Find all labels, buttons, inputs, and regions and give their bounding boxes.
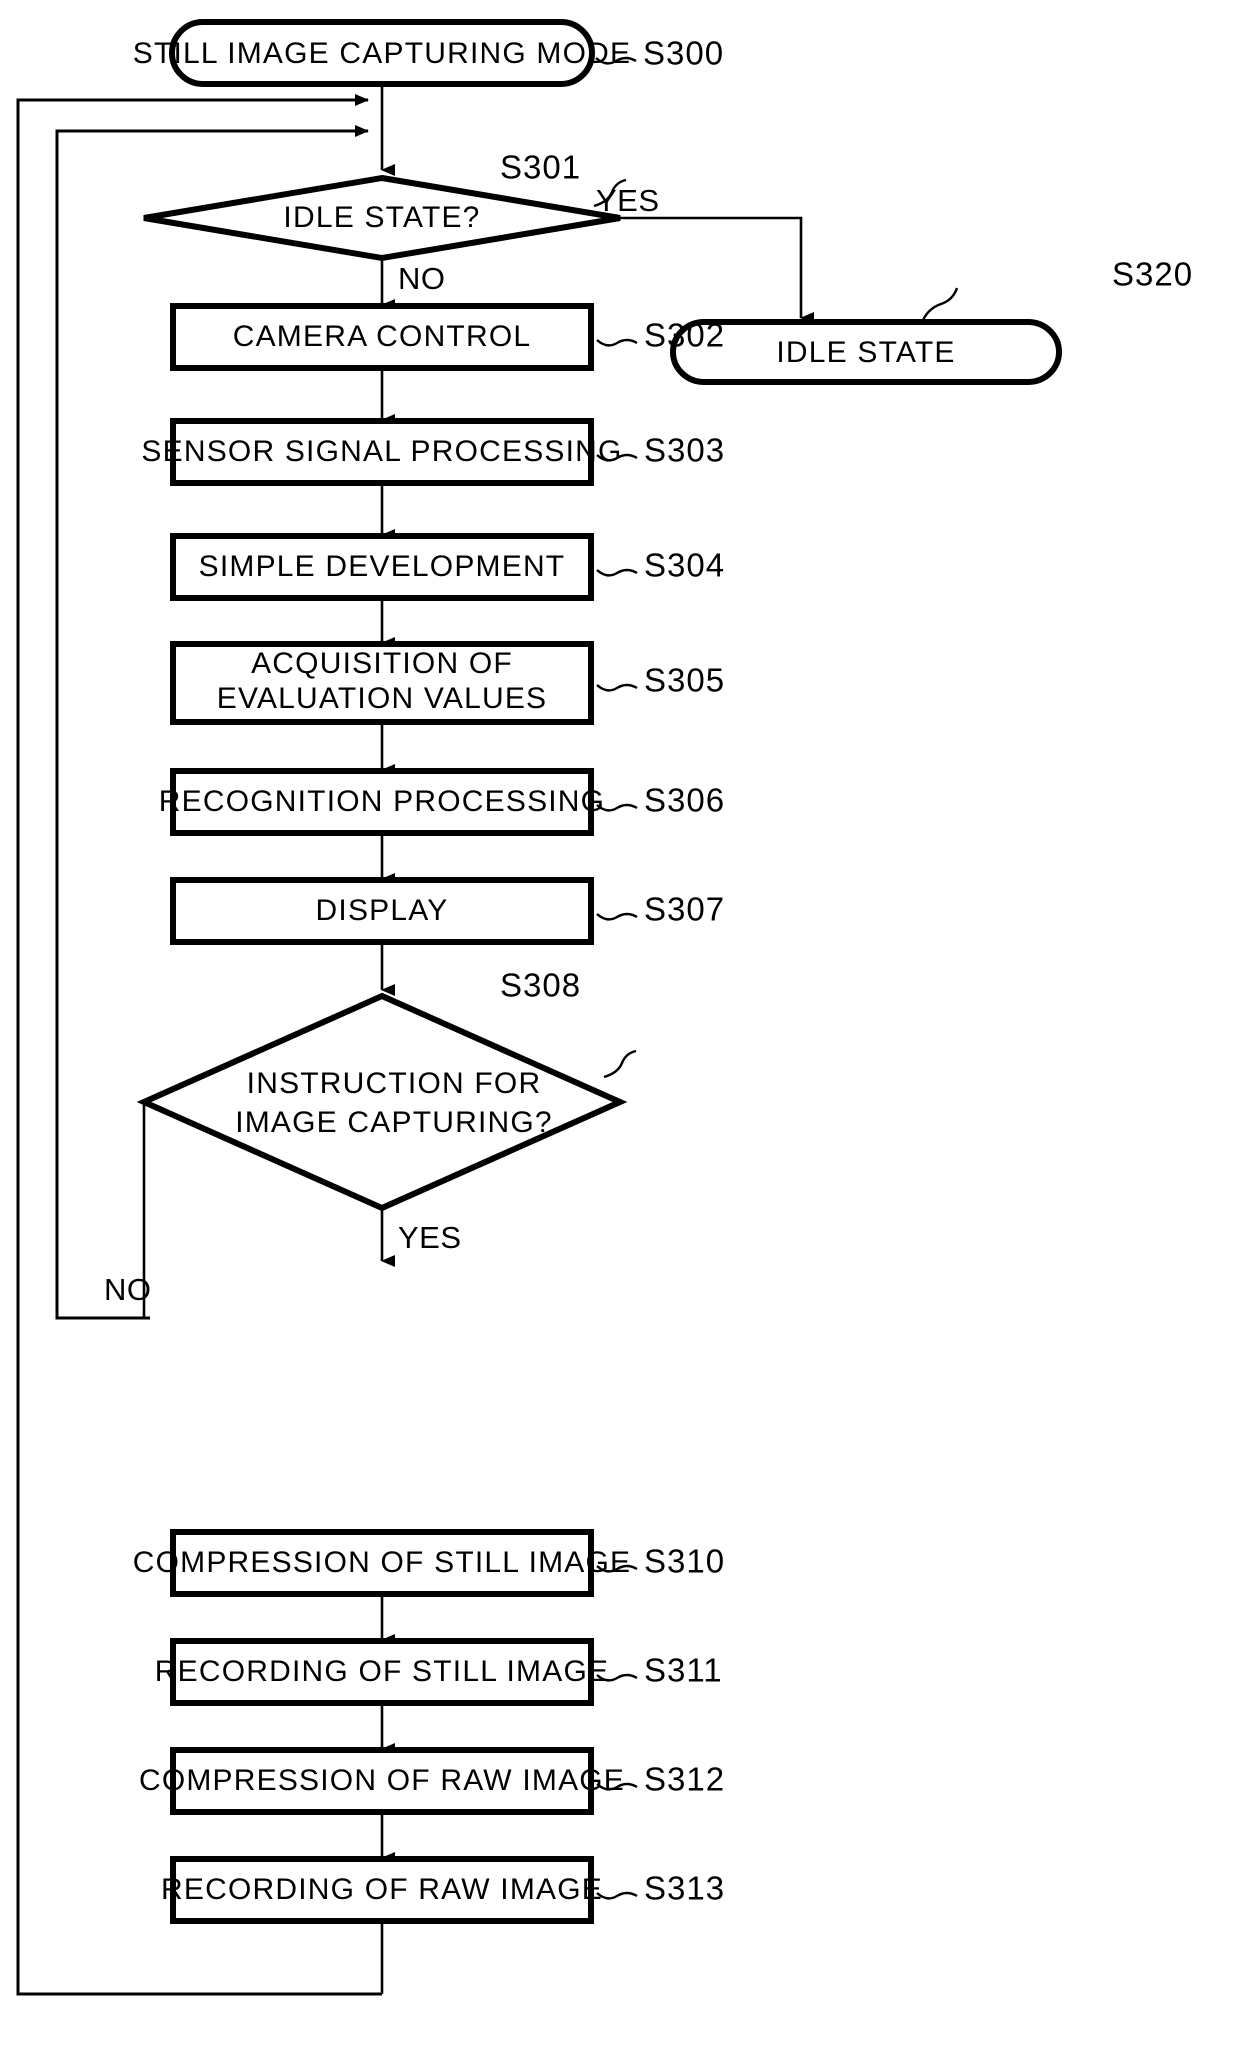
step-ref-s307: S307	[644, 891, 725, 928]
step-ref-s303: S303	[644, 432, 725, 469]
step-ref-s302-group: S302	[596, 317, 725, 354]
process-s305-label-line1: ACQUISITION OF	[251, 647, 513, 680]
process-s306-label: RECOGNITION PROCESSING	[159, 785, 605, 818]
step-ref-s320: S320	[1112, 256, 1193, 293]
terminal-s300: STILL IMAGE CAPTURING MODE	[133, 19, 632, 87]
edge-s301-yes-to-s320	[620, 216, 814, 324]
process-s305-label-line2: EVALUATION VALUES	[217, 682, 548, 715]
step-ref-s313-group: S313	[596, 1870, 725, 1907]
step-ref-s300: S300	[643, 35, 724, 72]
decision-s301-label: IDLE STATE?	[283, 201, 480, 234]
process-s312-label: COMPRESSION OF RAW IMAGE	[139, 1764, 625, 1797]
process-s313-label: RECORDING OF RAW IMAGE	[161, 1873, 603, 1906]
figure-root: STILL IMAGE CAPTURING MODE S300 IDLE STA…	[0, 0, 1240, 2063]
decision-s308-label-line2: IMAGE CAPTURING?	[235, 1106, 553, 1139]
step-ref-s306: S306	[644, 782, 725, 819]
flowchart-canvas: STILL IMAGE CAPTURING MODE S300 IDLE STA…	[16, 19, 1193, 1996]
process-s311-label: RECORDING OF STILL IMAGE	[155, 1655, 609, 1688]
step-ref-s304-group: S304	[596, 547, 725, 584]
process-s302: CAMERA CONTROL	[170, 303, 594, 371]
process-s307: DISPLAY	[170, 877, 594, 945]
decision-s301: IDLE STATE?	[143, 174, 621, 262]
step-ref-s313: S313	[644, 1870, 725, 1907]
process-s305: ACQUISITION OF EVALUATION VALUES	[170, 641, 594, 725]
step-ref-s310: S310	[644, 1543, 725, 1580]
terminal-s300-label: STILL IMAGE CAPTURING MODE	[133, 37, 632, 70]
branch-label-s308-yes: YES	[398, 1220, 462, 1255]
step-ref-s301: S301	[500, 149, 581, 186]
step-ref-s308: S308	[500, 967, 581, 1004]
process-s310-label: COMPRESSION OF STILL IMAGE	[133, 1546, 632, 1579]
process-s311: RECORDING OF STILL IMAGE	[155, 1638, 609, 1706]
process-s304-label: SIMPLE DEVELOPMENT	[199, 550, 566, 583]
step-ref-s311: S311	[644, 1652, 723, 1689]
step-ref-s306-group: S306	[596, 782, 725, 819]
branch-label-s301-yes: YES	[596, 183, 660, 218]
process-s306: RECOGNITION PROCESSING	[159, 768, 605, 836]
process-s312: COMPRESSION OF RAW IMAGE	[139, 1747, 625, 1815]
process-s303: SENSOR SIGNAL PROCESSING	[141, 418, 622, 486]
step-ref-s305: S305	[644, 662, 725, 699]
step-ref-s311-group: S311	[596, 1652, 723, 1689]
process-s304: SIMPLE DEVELOPMENT	[170, 533, 594, 601]
step-ref-s312: S312	[644, 1761, 725, 1798]
process-s307-label: DISPLAY	[316, 894, 449, 927]
step-ref-s302: S302	[644, 317, 725, 354]
terminal-s320: IDLE STATE	[670, 319, 1062, 385]
terminal-s320-label: IDLE STATE	[776, 336, 955, 369]
decision-s308-label-line1: INSTRUCTION FOR	[247, 1067, 542, 1100]
step-ref-s304: S304	[644, 547, 725, 584]
branch-label-s301-no: NO	[398, 261, 446, 296]
process-s303-label: SENSOR SIGNAL PROCESSING	[141, 435, 622, 468]
process-s310: COMPRESSION OF STILL IMAGE	[133, 1529, 632, 1597]
step-ref-s307-group: S307	[596, 891, 725, 928]
step-ref-s320-group: S320	[921, 256, 1193, 321]
decision-s308: INSTRUCTION FOR IMAGE CAPTURING?	[136, 992, 628, 1212]
process-s302-label: CAMERA CONTROL	[233, 320, 532, 353]
step-ref-s305-group: S305	[596, 662, 725, 699]
process-s313: RECORDING OF RAW IMAGE	[161, 1856, 603, 1924]
